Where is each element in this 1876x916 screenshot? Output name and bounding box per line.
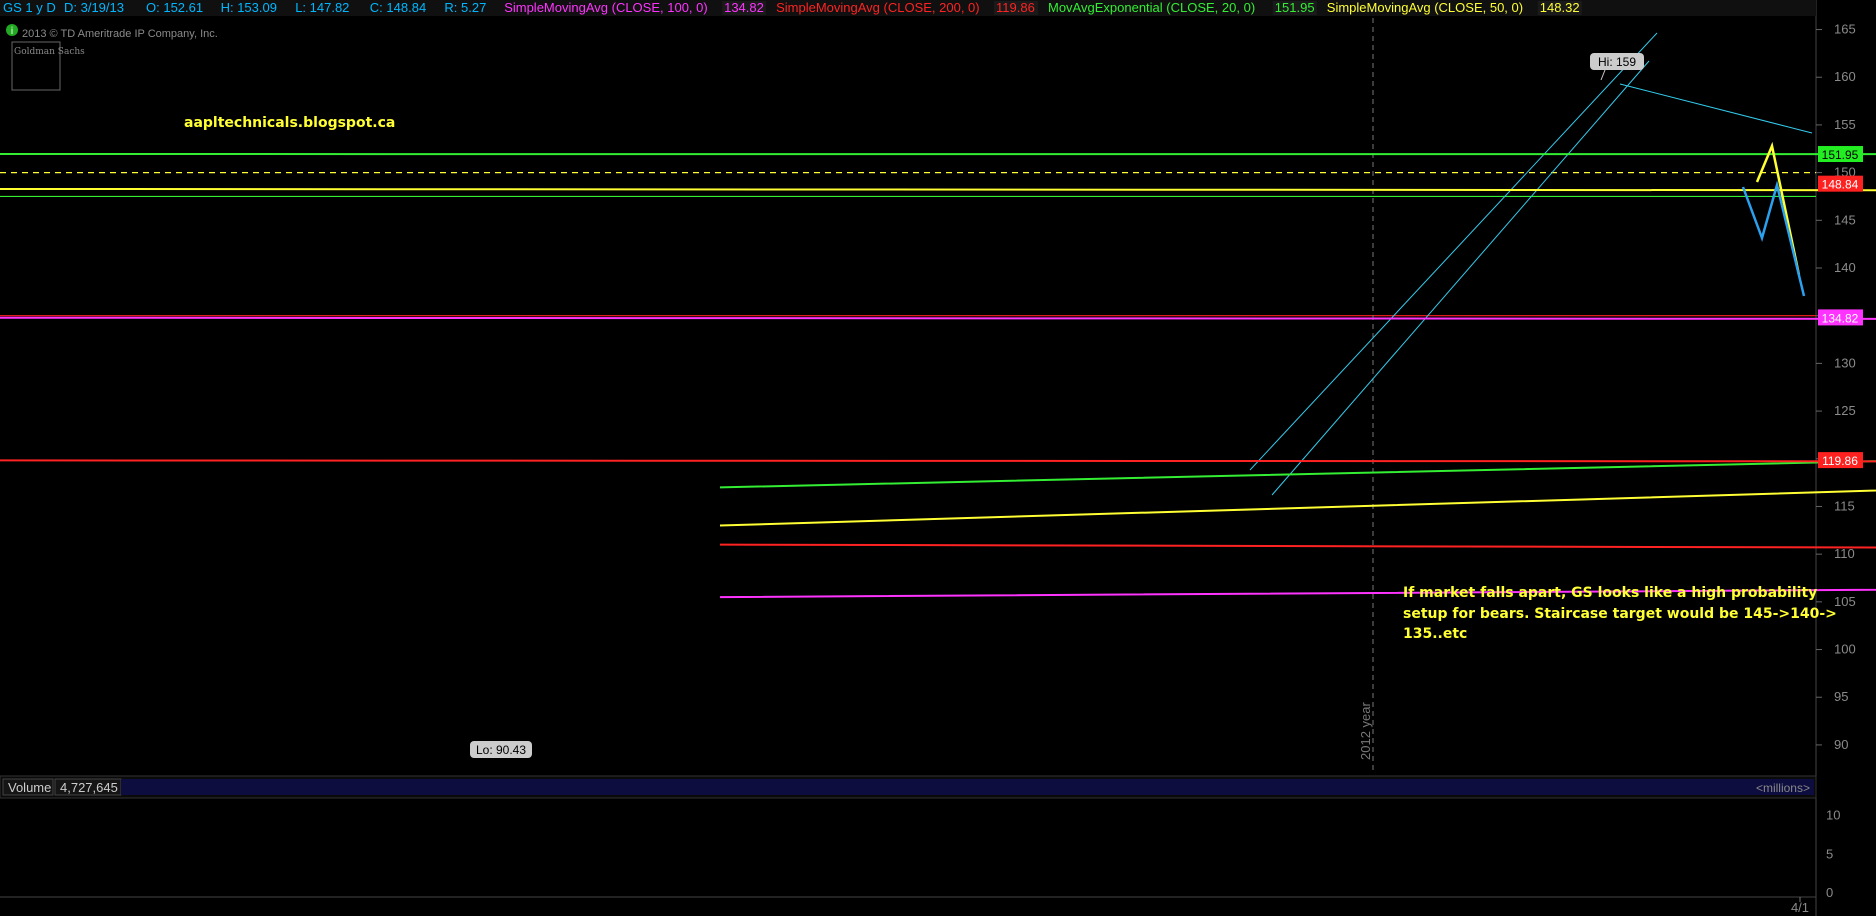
y-tick-label: 130 [1834,355,1856,370]
annotation-line-2: setup for bears. Staircase target would … [1403,606,1837,622]
study-value: 134.82 [724,0,764,15]
volume-value: 4,727,645 [60,780,118,795]
study-value: 119.86 [996,0,1035,15]
study-value: 148.32 [1540,0,1580,15]
header-stat: D: 3/19/13 [64,0,124,15]
study-label: MovAvgExponential (CLOSE, 20, 0) [1048,0,1255,15]
volume-label: Volume [8,780,51,795]
y-tick-label: 160 [1834,69,1856,84]
info-icon-glyph: i [11,26,14,37]
year-divider-label: 2012 year [1358,702,1373,760]
price-tag-label: 148.84 [1822,178,1859,192]
blog-watermark: aapltechnicals.blogspot.ca [184,115,395,131]
volume-units: <millions> [1756,781,1810,795]
y-tick-label: 155 [1834,117,1856,132]
symbol-label[interactable]: GS 1 y D [3,0,56,15]
study-label: SimpleMovingAvg (CLOSE, 50, 0) [1327,0,1523,15]
y-tick-label: 145 [1834,212,1856,227]
price-tag-label: 134.82 [1822,311,1859,325]
y-tick-label: 105 [1834,594,1856,609]
copyright: 2013 © TD Ameritrade IP Company, Inc. [22,28,218,40]
volume-header-fill [121,779,1814,795]
header-stat: O: 152.61 [146,0,203,15]
y-tick-label: 125 [1834,403,1856,418]
price-tag-label: 151.95 [1822,148,1859,162]
header-stat: C: 148.84 [370,0,426,15]
x-tick-label: 4/1 [1791,900,1809,915]
header-stat: L: 147.82 [295,0,349,15]
study-value: 151.95 [1275,0,1315,15]
y-tick-label: 95 [1834,689,1848,704]
stock-chart[interactable]: GS 1 y D D: 3/19/13 O: 152.61 H: 153.09 L: … [0,0,1876,916]
annotation-line-1: If market falls apart, GS looks like a h… [1403,585,1817,601]
company-logo-text: Goldman Sachs [14,47,85,57]
volume-tick-label: 0 [1826,885,1833,900]
volume-tick-label: 10 [1826,808,1840,823]
annotation-line-3: 135..etc [1403,626,1467,642]
y-tick-label: 100 [1834,642,1856,657]
volume-tick-label: 5 [1826,846,1833,861]
header-stat: R: 5.27 [444,0,486,15]
study-label: SimpleMovingAvg (CLOSE, 200, 0) [776,0,980,15]
low-marker-label: Lo: 90.43 [476,743,526,757]
y-tick-label: 90 [1834,737,1848,752]
y-tick-label: 115 [1834,498,1855,513]
high-marker-label: Hi: 159 [1598,55,1636,69]
price-tag-label: 119.86 [1822,454,1858,468]
header-stat: H: 153.09 [221,0,277,15]
y-tick-label: 165 [1834,22,1856,37]
study-label: SimpleMovingAvg (CLOSE, 100, 0) [504,0,708,15]
y-tick-label: 140 [1834,260,1856,275]
